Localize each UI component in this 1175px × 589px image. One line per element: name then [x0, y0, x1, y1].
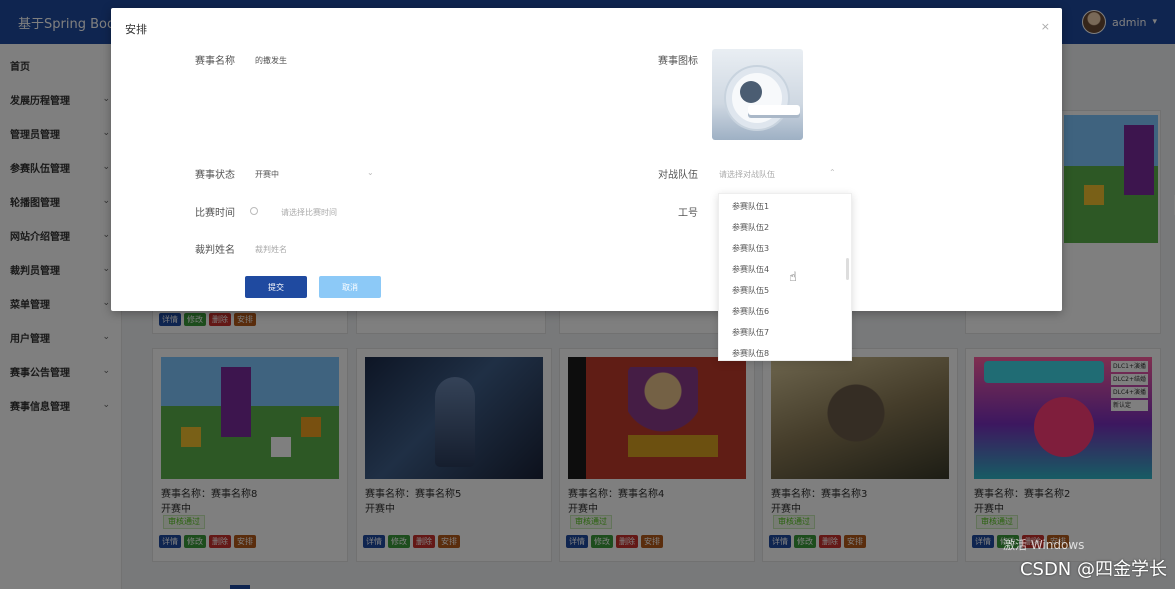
submit-button[interactable]: 提交 — [245, 276, 307, 298]
chevron-up-icon: ⌃ — [829, 168, 836, 177]
dropdown-option[interactable]: 参赛队伍6 — [719, 301, 849, 322]
opponent-select[interactable]: 请选择对战队伍 — [719, 169, 775, 180]
dropdown-option[interactable]: 参赛队伍7 — [719, 322, 849, 343]
event-name-input[interactable]: 的撒发生 — [255, 55, 287, 66]
opponent-dropdown: 参赛队伍1 参赛队伍2 参赛队伍3 参赛队伍4 参赛队伍5 参赛队伍6 参赛队伍… — [718, 193, 852, 361]
dropdown-option[interactable]: 参赛队伍3 — [719, 238, 849, 259]
employee-id-label: 工号 — [678, 208, 698, 219]
close-icon[interactable]: × — [1041, 20, 1050, 33]
event-status-select[interactable]: 开赛中 — [255, 169, 279, 180]
dropdown-option[interactable]: 参赛队伍4 — [719, 259, 849, 280]
match-time-input[interactable]: 请选择比赛时间 — [281, 207, 337, 218]
dropdown-scrollbar[interactable] — [846, 258, 849, 280]
hand-cursor-icon: ☝ — [789, 270, 797, 285]
match-time-label: 比赛时间 — [195, 208, 235, 219]
dropdown-option[interactable]: 参赛队伍5 — [719, 280, 849, 301]
referee-name-input[interactable]: 裁判姓名 — [255, 244, 287, 255]
event-status-label: 赛事状态 — [195, 170, 235, 181]
dropdown-option[interactable]: 参赛队伍8 — [719, 343, 849, 364]
arrange-dialog: 安排 × 赛事名称 的撒发生 赛事图标 赛事状态 开赛中 ⌄ 对战队伍 请选择对… — [111, 8, 1062, 311]
opponent-label: 对战队伍 — [658, 170, 698, 181]
event-icon-image[interactable] — [712, 49, 803, 140]
windows-activation-watermark: 激活 Windows — [1003, 538, 1085, 552]
dropdown-option[interactable]: 参赛队伍2 — [719, 217, 849, 238]
referee-name-label: 裁判姓名 — [195, 245, 235, 256]
dropdown-option[interactable]: 参赛队伍1 — [719, 196, 849, 217]
dialog-title: 安排 — [125, 23, 147, 36]
event-name-label: 赛事名称 — [195, 56, 235, 67]
clock-icon — [250, 207, 258, 215]
event-icon-label: 赛事图标 — [658, 56, 698, 67]
cancel-button[interactable]: 取消 — [319, 276, 381, 298]
chevron-down-icon: ⌄ — [367, 168, 374, 177]
csdn-watermark: CSDN @四金学长 — [1019, 559, 1167, 580]
